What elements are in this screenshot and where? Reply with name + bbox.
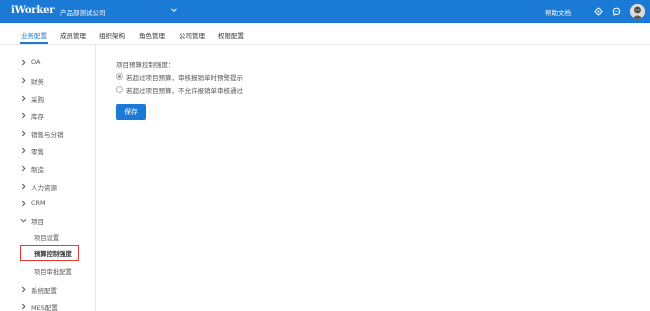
sidebar-item-label: 采购 [31,96,44,104]
tab-permission-config[interactable]: 权限配置 [218,30,244,40]
sidebar-item-system-config[interactable]: 系统配置 [0,283,95,297]
chevron-down-icon[interactable] [170,6,178,14]
tab-business-config[interactable]: 业务配置 [21,30,47,40]
sidebar-item-inventory[interactable]: 库存 [0,109,95,123]
sidebar-item-finance[interactable]: 财务 [0,74,95,88]
app-logo[interactable]: iWorker [11,5,55,16]
radio-button[interactable] [116,73,123,80]
chevron-right-icon [21,95,26,102]
tab-org-structure[interactable]: 组织架构 [99,30,125,40]
sidebar-item-label: 零售 [31,148,44,156]
radio-option-block[interactable]: 若超过项目预算，不允许报销单审核通过 [116,85,243,95]
chat-icon[interactable] [612,7,621,16]
radio-option-label: 若超过项目预算，不允许报销单审核通过 [126,86,243,95]
sidebar-item-label: OA [31,58,41,66]
main-nav: 业务配置 成员管理 组织架构 角色管理 公司管理 权限配置 [0,23,650,45]
chevron-right-icon [21,77,26,84]
sidebar-item-label: 人力资源 [31,184,57,192]
chevron-down-icon [20,218,27,223]
sidebar-item-hr[interactable]: 人力资源 [0,180,95,194]
tab-role-management[interactable]: 角色管理 [139,30,165,40]
sidebar-item-retail[interactable]: 零售 [0,144,95,158]
help-docs-link[interactable]: 帮助文档 [545,7,571,17]
sidebar-item-oa[interactable]: OA [0,56,95,70]
sidebar-item-crm[interactable]: CRM [0,197,95,211]
tab-company-management[interactable]: 公司管理 [179,30,205,40]
sidebar-subitem-project-settings[interactable]: 项目设置 [34,233,59,242]
sidebar-item-project[interactable]: 项目 [0,214,95,228]
budget-control-label: 项目预算控制强度： [116,61,175,69]
highlight-box [20,245,79,261]
sidebar-item-purchase[interactable]: 采购 [0,92,95,106]
sidebar-item-label: 系统配置 [31,287,57,295]
main-content: 项目预算控制强度： 若超过项目预算，审核报销单时预警提示 若超过项目预算，不允许… [97,45,650,311]
sidebar: OA 财务 采购 库存 销售与分销 零售 制造 人力资源 CRM 项目 项目设置… [0,45,96,311]
sidebar-item-label: 财务 [31,78,44,86]
chevron-right-icon [21,165,26,172]
sidebar-item-label: CRM [31,199,46,207]
company-selector[interactable]: 产品部测试公司 [60,7,106,17]
chevron-right-icon [21,147,26,154]
sidebar-subitem-project-approval[interactable]: 项目审批配置 [34,267,72,276]
radio-button[interactable] [116,86,123,93]
save-button[interactable]: 保存 [116,104,146,120]
sidebar-item-label: 库存 [31,113,44,121]
radio-option-label: 若超过项目预算，审核报销单时预警提示 [126,73,243,82]
chevron-right-icon [21,130,26,137]
active-tab-indicator [20,42,48,44]
chevron-right-icon [21,303,26,310]
avatar[interactable] [630,4,645,19]
radio-option-warn[interactable]: 若超过项目预算，审核报销单时预警提示 [116,72,243,82]
sidebar-item-label: 制造 [31,166,44,174]
chevron-right-icon [21,200,26,207]
sidebar-item-sales[interactable]: 销售与分销 [0,127,95,141]
sidebar-item-label: 销售与分销 [31,131,64,139]
chevron-right-icon [21,286,26,293]
avatar-image [630,4,645,19]
chevron-right-icon [21,59,26,66]
sidebar-item-manufacturing[interactable]: 制造 [0,162,95,176]
sidebar-item-mes-config[interactable]: MES配置 [0,300,95,311]
chevron-right-icon [21,183,26,190]
top-bar: iWorker 产品部测试公司 帮助文档 [0,0,650,23]
gear-icon[interactable] [594,7,603,16]
tab-member-management[interactable]: 成员管理 [60,30,86,40]
sidebar-item-label: 项目 [31,218,44,226]
sidebar-item-label: MES配置 [31,304,58,311]
chevron-right-icon [21,112,26,119]
